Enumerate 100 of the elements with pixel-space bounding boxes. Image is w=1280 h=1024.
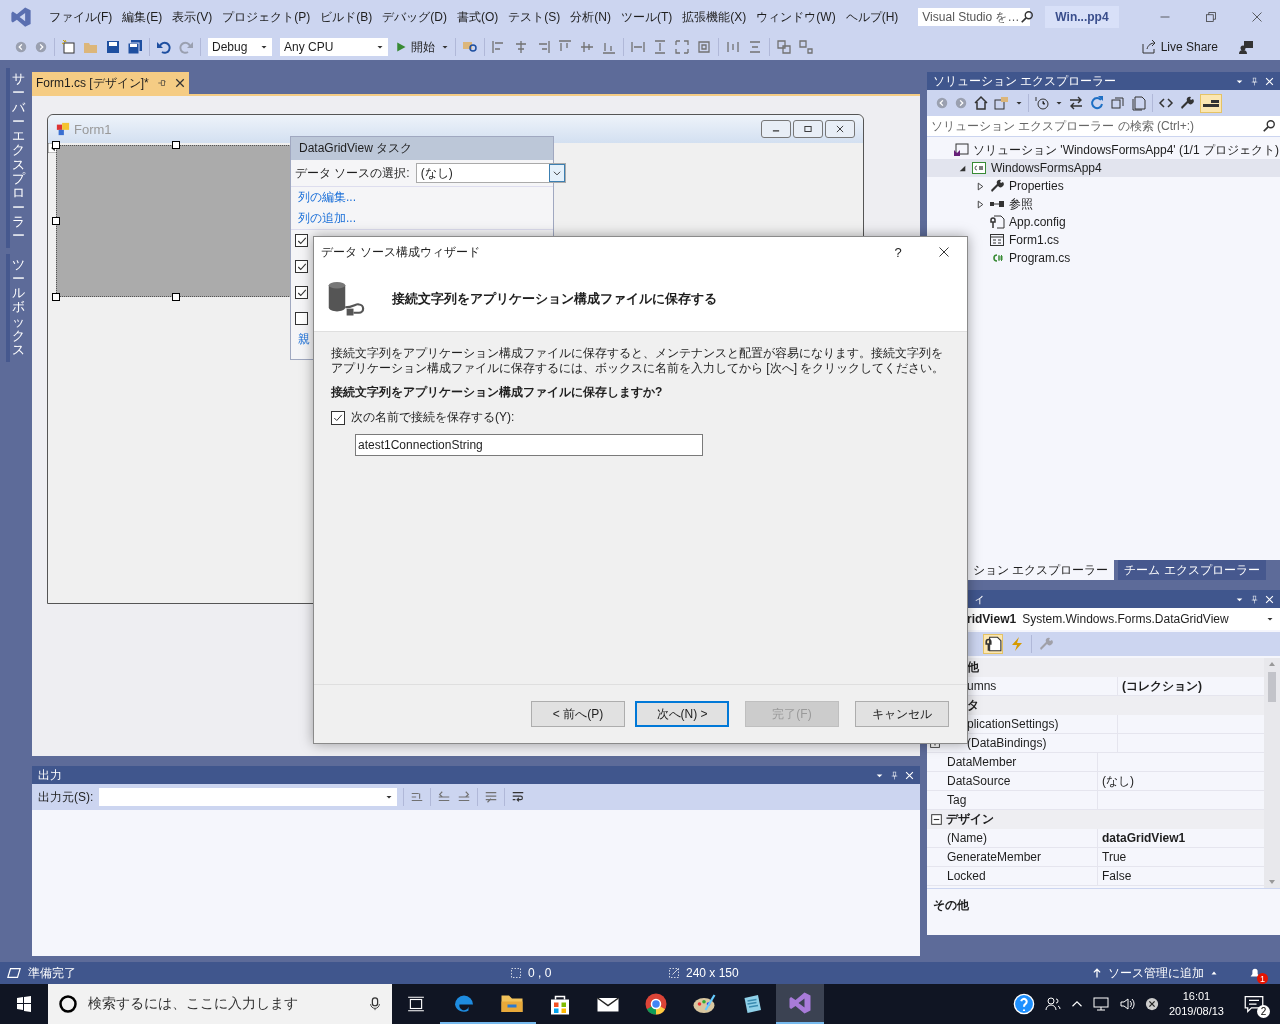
menu-item[interactable]: 表示(V): [167, 8, 218, 26]
start-button[interactable]: 開始: [395, 38, 435, 56]
caret-icon[interactable]: [1055, 99, 1063, 107]
pin-icon[interactable]: [1250, 76, 1259, 86]
network-icon[interactable]: [1092, 996, 1109, 1012]
menu-item[interactable]: プロジェクト(P): [217, 8, 316, 26]
find-icon[interactable]: [462, 39, 478, 55]
resize-handle[interactable]: [172, 141, 180, 149]
checkbox[interactable]: [295, 260, 308, 273]
word-wrap-icon[interactable]: [511, 790, 526, 804]
switch-views-icon[interactable]: [994, 95, 1010, 111]
tree-item[interactable]: App.config: [927, 213, 1280, 231]
tree-item[interactable]: Form1.cs: [927, 231, 1280, 249]
new-project-icon[interactable]: [61, 39, 77, 55]
menu-item[interactable]: ビルド(B): [315, 8, 378, 26]
pin-icon[interactable]: [1250, 594, 1259, 604]
tree-item[interactable]: Properties: [927, 177, 1280, 195]
search-field[interactable]: Visual Studio を…: [917, 7, 1032, 27]
wizard-button[interactable]: < 前へ(P): [531, 701, 625, 727]
document-tab[interactable]: Form1.cs [デザイン]*: [32, 72, 189, 94]
collapse-icon[interactable]: [931, 814, 942, 825]
platform-dropdown[interactable]: Any CPU: [279, 37, 389, 57]
properties-toggle[interactable]: [983, 634, 1003, 654]
wizard-button[interactable]: 次へ(N) >: [635, 701, 729, 727]
close-icon[interactable]: [1251, 11, 1263, 23]
grid-snap-icon[interactable]: [696, 39, 712, 55]
side-tab[interactable]: ツールボックス: [6, 253, 27, 362]
menu-item[interactable]: 編集(E): [117, 8, 168, 26]
panel-tab[interactable]: ション エクスプローラー: [967, 560, 1115, 580]
close-icon[interactable]: [174, 78, 185, 88]
menu-item[interactable]: テスト(S): [503, 8, 566, 26]
collapse-all-icon[interactable]: [1110, 95, 1126, 111]
source-control-button[interactable]: ソース管理に追加: [1092, 964, 1218, 982]
home-icon[interactable]: [973, 95, 989, 111]
save-all-icon[interactable]: [127, 39, 143, 55]
menu-item[interactable]: ウィンドウ(W): [751, 8, 841, 26]
clear-all-icon[interactable]: [484, 790, 499, 804]
panel-tab[interactable]: チーム エクスプローラー: [1118, 560, 1266, 580]
pin-icon[interactable]: [156, 78, 167, 88]
property-value[interactable]: dataGridView1: [1102, 831, 1186, 845]
side-tab[interactable]: サーバーエクスプローラー: [6, 68, 27, 248]
go-to-line-icon[interactable]: [410, 790, 425, 804]
checkbox[interactable]: [331, 410, 345, 425]
history-clock-icon[interactable]: [1034, 95, 1050, 111]
save-icon[interactable]: [105, 39, 121, 55]
restore-icon[interactable]: [1205, 11, 1217, 23]
feedback-person-icon[interactable]: [1238, 39, 1254, 55]
tree-item[interactable]: ソリューション 'WindowsFormsApp4' (1/1 プロジェクト): [927, 141, 1280, 159]
menu-item[interactable]: ツール(T): [616, 8, 678, 26]
checkbox[interactable]: [295, 312, 308, 325]
property-value[interactable]: (コレクション): [1122, 677, 1202, 695]
align-middles-icon[interactable]: [579, 39, 595, 55]
search-field[interactable]: ソリューション エクスプローラー の検索 (Ctrl+:): [927, 116, 1280, 137]
wizard-button[interactable]: キャンセル: [855, 701, 949, 727]
align-centers-icon[interactable]: [513, 39, 529, 55]
next-message-icon[interactable]: [457, 790, 472, 804]
action-center-icon[interactable]: [1244, 994, 1264, 1014]
people-icon[interactable]: [1044, 996, 1061, 1012]
caret-icon[interactable]: [1015, 99, 1023, 107]
smart-tag-arrow-icon[interactable]: [48, 143, 58, 153]
menu-item[interactable]: デバッグ(D): [377, 8, 452, 26]
resize-handle[interactable]: [52, 293, 60, 301]
help-button[interactable]: ?: [875, 244, 921, 260]
menu-item[interactable]: ファイル(F): [44, 8, 118, 26]
tree-item[interactable]: Program.cs: [927, 249, 1280, 267]
checkbox[interactable]: [295, 286, 308, 299]
scrollbar[interactable]: [1264, 658, 1280, 888]
resize-handle[interactable]: [52, 141, 60, 149]
data-source-dropdown[interactable]: (なし): [415, 163, 566, 183]
tree-item[interactable]: WindowsFormsApp4: [927, 159, 1280, 177]
menu-item[interactable]: ヘルプ(H): [840, 8, 904, 26]
caret-icon[interactable]: [441, 43, 449, 51]
connection-name-field[interactable]: atest1ConnectionString: [355, 434, 703, 456]
menu-item[interactable]: 分析(N): [565, 8, 616, 26]
link[interactable]: 親: [291, 329, 317, 350]
checkbox[interactable]: [295, 234, 308, 247]
bring-front-icon[interactable]: [776, 39, 792, 55]
wrench-icon[interactable]: [1179, 95, 1195, 111]
disconnected-icon[interactable]: [1144, 997, 1159, 1011]
browser-circle-icon[interactable]: [644, 992, 668, 1016]
property-value[interactable]: (なし): [1102, 772, 1134, 790]
preview-toggle[interactable]: [1200, 93, 1222, 113]
sync-icon[interactable]: [1068, 95, 1084, 111]
scrollbar-thumb[interactable]: [1268, 672, 1276, 702]
previous-message-icon[interactable]: [437, 790, 452, 804]
tree-item[interactable]: 参照: [927, 195, 1280, 213]
live-share-button[interactable]: Live Share: [1140, 39, 1218, 55]
menu-item[interactable]: 書式(O): [452, 8, 504, 26]
configuration-dropdown[interactable]: Debug: [207, 37, 273, 57]
refresh-icon[interactable]: [1089, 95, 1105, 111]
undo-icon[interactable]: [156, 39, 172, 55]
infinity-logo-icon[interactable]: [788, 991, 812, 1015]
menu-item[interactable]: 拡張機能(X): [677, 8, 752, 26]
send-back-icon[interactable]: [798, 39, 814, 55]
show-all-files-icon[interactable]: [1131, 95, 1147, 111]
palette-icon[interactable]: [692, 992, 716, 1016]
clock[interactable]: 16:01 2019/08/13: [1168, 988, 1224, 1020]
help-icon[interactable]: [1012, 993, 1035, 1015]
property-value[interactable]: False: [1102, 869, 1132, 883]
link[interactable]: 列の追加...: [291, 208, 363, 229]
